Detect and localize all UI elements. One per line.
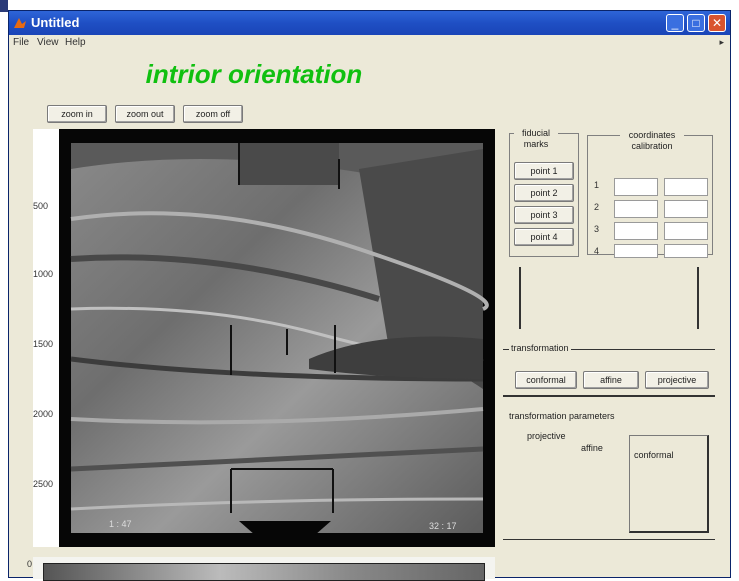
row-number: 4 <box>594 246 600 256</box>
close-icon: ✕ <box>711 16 723 30</box>
y-coordinate-field[interactable] <box>664 178 708 196</box>
minimize-button[interactable]: _ <box>666 14 684 32</box>
results-bottom-line <box>503 539 715 540</box>
app-window: Untitled _ □ ✕ File View Help ▸ intrior … <box>8 10 731 581</box>
secondary-image-axes[interactable]: 0 <box>27 557 495 581</box>
conformal-button[interactable]: conformal <box>515 371 577 389</box>
photo-corner-label-right: 32 : 17 <box>429 521 457 531</box>
x-coordinate-field[interactable] <box>614 178 658 196</box>
aerial-photo-graphic <box>70 129 489 535</box>
window-title: Untitled <box>31 15 80 30</box>
image-axes[interactable]: 500 1000 1500 2000 2500 1: 47 32: 17 <box>33 129 495 547</box>
row-number: 2 <box>594 202 600 212</box>
y-tick-label: 500 <box>33 201 49 211</box>
photo-corner-label-left: 1 : 47 <box>109 519 132 529</box>
fiducial-marks-label: fiducial marks <box>514 128 558 150</box>
point-4-button[interactable]: point 4 <box>514 228 574 246</box>
point-3-button[interactable]: point 3 <box>514 206 574 224</box>
transformation-parameters-label: transformation parameters <box>509 411 615 421</box>
panel-divider-right <box>697 267 699 329</box>
maximize-icon: □ <box>692 16 700 30</box>
x-coordinate-field[interactable] <box>614 200 658 218</box>
zoom-out-button[interactable]: zoom out <box>115 105 175 123</box>
calibration-coordinates-panel: coordinates calibration 1 2 3 4 <box>587 130 713 258</box>
y-tick-label: 2500 <box>33 479 54 489</box>
panel-divider-left <box>519 267 521 329</box>
transformation-label: transformation <box>509 343 571 353</box>
row-number: 3 <box>594 224 600 234</box>
affine-result-label: affine <box>581 443 603 453</box>
y-coordinate-field[interactable] <box>664 200 708 218</box>
minimize-icon: _ <box>671 16 679 30</box>
menu-help[interactable]: Help <box>65 37 86 48</box>
point-2-button[interactable]: point 2 <box>514 184 574 202</box>
y-coordinate-field[interactable] <box>664 244 708 258</box>
menu-overflow-icon[interactable]: ▸ <box>719 37 724 48</box>
close-button[interactable]: ✕ <box>708 14 726 32</box>
title-bar: Untitled _ □ ✕ <box>9 11 730 35</box>
x-coordinate-field[interactable] <box>614 222 658 240</box>
affine-button[interactable]: affine <box>583 371 639 389</box>
maximize-button[interactable]: □ <box>687 14 705 32</box>
matlab-logo-icon <box>14 18 26 28</box>
transformation-group-bottom-line <box>503 395 715 397</box>
conformal-result-label: conformal <box>634 450 674 460</box>
conformal-result-box: conformal <box>629 435 709 533</box>
secondary-photograph[interactable] <box>43 563 485 581</box>
page-title: intrior orientation <box>145 59 363 89</box>
row-number: 1 <box>594 180 600 190</box>
menu-view[interactable]: View <box>37 37 59 48</box>
menu-bar: File View Help ▸ <box>9 35 730 51</box>
projective-result-label: projective <box>527 431 566 441</box>
y-coordinate-field[interactable] <box>664 222 708 240</box>
x-coordinate-field[interactable] <box>614 244 658 258</box>
zoom-off-button[interactable]: zoom off <box>183 105 243 123</box>
projective-button[interactable]: projective <box>645 371 709 389</box>
point-1-button[interactable]: point 1 <box>514 162 574 180</box>
aerial-photograph[interactable]: 1 : 47 32 : 17 <box>59 129 495 547</box>
y-tick-label: 0 <box>27 559 33 569</box>
y-tick-label: 1500 <box>33 339 54 349</box>
calibration-coordinates-label: coordinates calibration <box>620 130 684 152</box>
y-tick-label: 2000 <box>33 409 54 419</box>
zoom-in-button[interactable]: zoom in <box>47 105 107 123</box>
page-edge-decoration <box>0 0 8 12</box>
y-tick-label: 1000 <box>33 269 54 279</box>
fiducial-marks-panel: fiducial marks point 1 point 2 point 3 p… <box>509 128 579 257</box>
menu-file[interactable]: File <box>13 37 29 48</box>
